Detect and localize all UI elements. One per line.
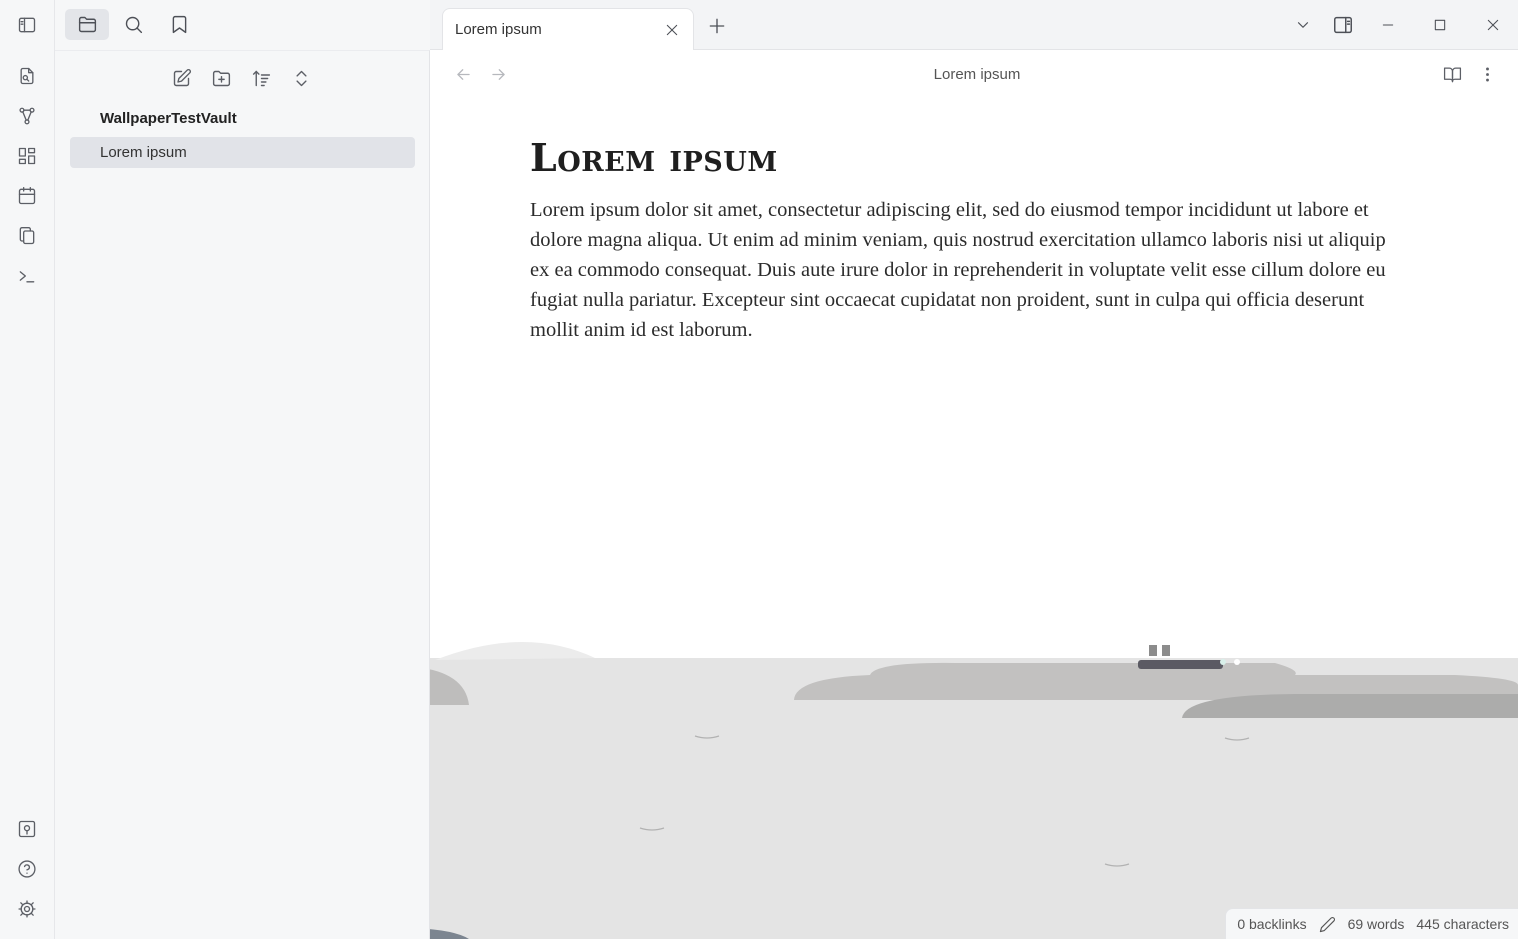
note-body[interactable]: Lorem ipsum dolor sit amet, consectetur … (530, 195, 1410, 345)
sidebar-toggle-icon[interactable] (12, 10, 42, 40)
search-icon[interactable] (111, 9, 155, 40)
reading-view-icon[interactable] (1438, 61, 1466, 87)
tab-list-chevron-down-icon[interactable] (1289, 12, 1317, 38)
right-sidebar-toggle-icon[interactable] (1329, 12, 1357, 38)
tab-title: Lorem ipsum (455, 21, 542, 38)
expand-collapse-icon[interactable] (285, 63, 317, 93)
window-close-icon[interactable] (1479, 12, 1507, 38)
new-folder-icon[interactable] (205, 63, 237, 93)
note-content[interactable]: Lorem ipsum Lorem ipsum dolor sit amet, … (530, 135, 1410, 345)
settings-icon[interactable] (12, 894, 42, 924)
new-tab-icon[interactable] (704, 13, 730, 39)
note-title[interactable]: Lorem ipsum (530, 135, 1410, 181)
templates-icon[interactable] (12, 221, 42, 251)
close-icon[interactable] (661, 19, 683, 41)
more-options-icon[interactable] (1473, 61, 1501, 87)
sort-order-icon[interactable] (245, 63, 277, 93)
file-explorer: WallpaperTestVault Lorem ipsum (55, 50, 430, 939)
sidebar-tab-header (55, 0, 430, 50)
command-palette-icon[interactable] (12, 261, 42, 291)
graph-view-icon[interactable] (12, 101, 42, 131)
files-tab-icon[interactable] (65, 9, 109, 40)
vault-switcher-icon[interactable] (12, 814, 42, 844)
new-note-icon[interactable] (165, 63, 197, 93)
minimize-icon[interactable] (1374, 12, 1402, 38)
daily-note-icon[interactable] (12, 181, 42, 211)
view-title[interactable]: Lorem ipsum (430, 66, 1518, 83)
character-count: 445 characters (1416, 916, 1509, 932)
word-count: 69 words (1347, 916, 1405, 932)
tab-bar: Lorem ipsum (430, 0, 1518, 51)
tab-lorem-ipsum[interactable]: Lorem ipsum (442, 8, 694, 51)
view-header: Lorem ipsum (430, 50, 1518, 98)
canvas-icon[interactable] (12, 141, 42, 171)
open-quick-switcher-icon[interactable] (12, 61, 42, 91)
file-item-lorem-ipsum[interactable]: Lorem ipsum (70, 137, 415, 168)
maximize-icon[interactable] (1426, 12, 1454, 38)
left-ribbon (0, 0, 55, 939)
bookmarks-icon[interactable] (157, 9, 201, 40)
help-icon[interactable] (12, 854, 42, 884)
edit-mode-pencil-icon[interactable] (1319, 916, 1336, 933)
backlinks-count[interactable]: 0 backlinks (1237, 916, 1306, 932)
vault-name[interactable]: WallpaperTestVault (100, 110, 237, 127)
status-bar: 0 backlinks 69 words 445 characters (1225, 908, 1518, 939)
